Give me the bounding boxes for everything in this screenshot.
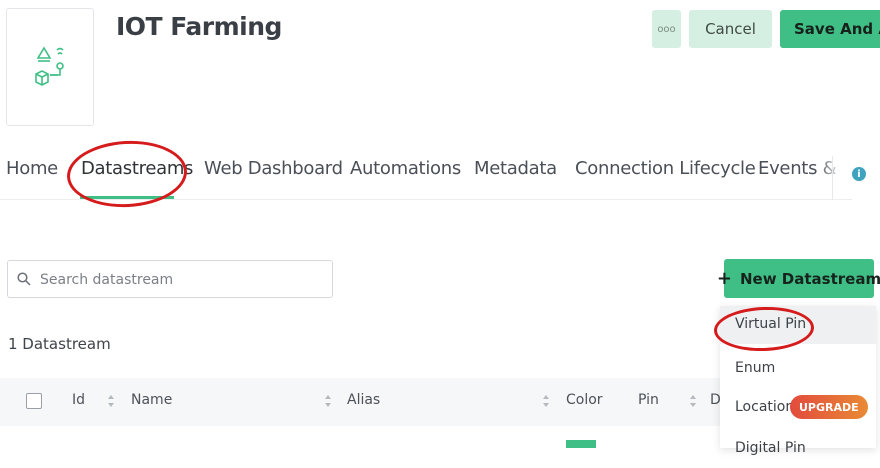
search-input[interactable] (38, 261, 322, 299)
sort-icon[interactable] (542, 392, 550, 410)
page-title: IOT Farming (116, 12, 282, 41)
tab-web-dashboard[interactable]: Web Dashboard (204, 158, 343, 179)
select-all-checkbox[interactable] (26, 393, 42, 409)
plus-icon: + (716, 268, 732, 289)
new-datastream-label: New Datastream (740, 269, 880, 288)
search-field[interactable] (7, 260, 333, 299)
cancel-button[interactable]: Cancel (689, 10, 772, 48)
column-header-id[interactable]: Id (72, 392, 85, 408)
new-datastream-button[interactable]: + New Datastream (717, 259, 880, 298)
menu-item-location[interactable]: Location UPGRADE (720, 389, 876, 427)
tab-metadata[interactable]: Metadata (474, 158, 557, 179)
info-icon-glyph: i (857, 168, 861, 180)
tabs-overflow-divider (832, 156, 833, 200)
menu-item-enum[interactable]: Enum (720, 350, 876, 388)
sort-icon[interactable] (324, 392, 332, 410)
column-header-color[interactable]: Color (566, 392, 603, 408)
info-icon[interactable]: i (852, 167, 866, 181)
menu-item-label: Location (735, 399, 795, 415)
tabs-overflow-fade (818, 150, 880, 198)
menu-item-digital-pin[interactable]: Digital Pin (720, 430, 876, 468)
sort-icon[interactable] (689, 392, 697, 410)
table-header: Id Name Alias Color Pin D (0, 378, 721, 426)
product-image-tile[interactable] (6, 8, 94, 126)
tab-home[interactable]: Home (6, 158, 58, 179)
upgrade-badge[interactable]: UPGRADE (790, 395, 868, 419)
search-icon (17, 272, 31, 286)
save-and-apply-button[interactable]: Save And Apply (780, 10, 880, 48)
tab-connection-lifecycle[interactable]: Connection Lifecycle (575, 158, 756, 179)
column-header-alias[interactable]: Alias (347, 392, 380, 408)
more-options-button[interactable]: ooo (652, 10, 681, 48)
column-header-pin[interactable]: Pin (638, 392, 659, 408)
column-header-name[interactable]: Name (131, 392, 172, 408)
iot-product-icon (35, 46, 64, 86)
sort-icon[interactable] (107, 392, 115, 410)
tab-automations[interactable]: Automations (350, 158, 461, 179)
menu-item-label: Digital Pin (735, 440, 806, 456)
datastream-count: 1 Datastream (8, 335, 111, 353)
ellipsis-icon: ooo (657, 23, 676, 35)
color-swatch (566, 440, 596, 448)
menu-item-label: Enum (735, 360, 776, 376)
